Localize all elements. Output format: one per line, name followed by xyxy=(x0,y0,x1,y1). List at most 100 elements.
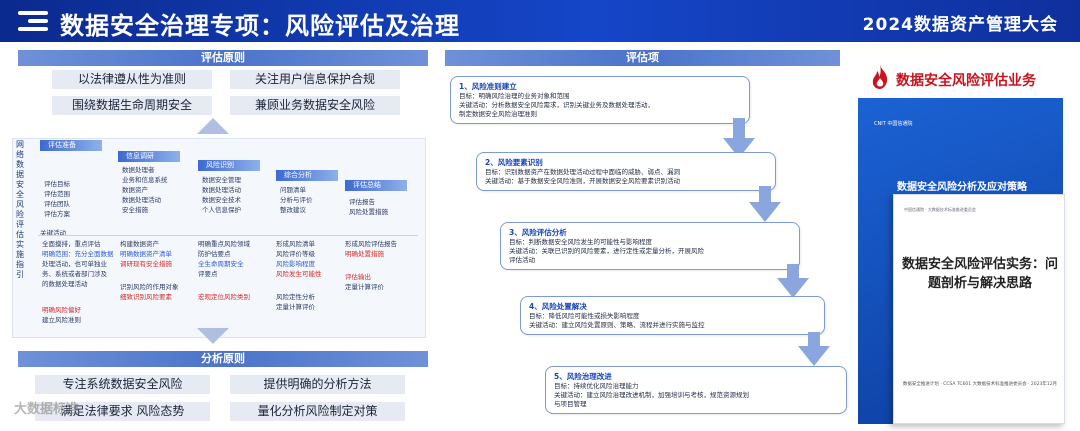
key-item: 明确风险偏好 xyxy=(42,306,81,314)
eval-step-1: 1、风险准则建立 目标：明确风险治理的业务对象和范围 关键活动：分析数据安全风险… xyxy=(450,76,750,124)
key-item: 明确数据资产清单 xyxy=(120,250,172,258)
watermark: 大数据标准 xyxy=(14,402,80,417)
principle-item: 以法律遵从性为准则 xyxy=(52,70,212,89)
step-title: 3、风险评估分析 xyxy=(509,228,567,237)
key-item: 形成风险清单 xyxy=(276,240,315,248)
step-title: 1、风险准则建立 xyxy=(459,82,517,91)
analysis-principles-bar: 分析原则 xyxy=(18,351,428,367)
framework-item: 数据资产 xyxy=(122,186,148,194)
key-item: 识别风险的作用对象 xyxy=(120,283,179,291)
framework-item: 问题清单 xyxy=(280,186,306,194)
framework-item: 评估团队 xyxy=(44,200,70,208)
step-line: 制定数据安全风险治理准则 xyxy=(459,110,537,118)
book-front-title: 数据安全风险评估实务：问题剖析与解决思路 xyxy=(902,257,1059,291)
key-item: 全面摸排，重点评估 xyxy=(42,240,101,248)
key-item: 风险评价等级 xyxy=(276,250,315,258)
key-item: 调研现有安全措施 xyxy=(120,260,172,268)
key-item: 形成风险评估报告 xyxy=(345,240,397,248)
principle-item: 围绕数据生命周期安全 xyxy=(52,96,212,115)
step-line: 目标：明确风险治理的业务对象和范围 xyxy=(459,92,570,100)
key-item: 明确范围：充分全面数据 xyxy=(42,250,114,258)
eval-step-3: 3、风险评估分析 目标：判断数据安全风险发生的可能性与影响程度 关键活动：关联已… xyxy=(500,222,800,270)
down-arrow-icon xyxy=(197,328,229,344)
flame-icon xyxy=(872,65,888,89)
key-item: 务、系统或者部门涉及 xyxy=(42,270,107,278)
menu-lines-icon xyxy=(18,11,48,31)
step-line: 关键活动：建立风险处置原则、策略、流程并进行实施与监控 xyxy=(529,321,705,329)
framework-item: 整改建议 xyxy=(280,206,306,214)
principle-item: 提供明确的分析方法 xyxy=(230,375,405,394)
eval-step-5: 5、风险治理改进 目标：持续优化风险治理能力 关键活动：建立风险治理改进机制，加… xyxy=(545,366,847,414)
book-back-title: 数据安全风险分析及应对策略 xyxy=(897,182,1027,193)
book-front-cover[interactable]: 中国信通院 · 大数据技术标准推进委员会 数据安全风险评估实务：问题剖析与解决思… xyxy=(893,194,1065,424)
key-item: 的数据处理活动 xyxy=(42,280,88,288)
key-item: 明确处置措施 xyxy=(345,250,384,258)
key-item: 细致识别风险要素 xyxy=(120,293,172,301)
framework-col-head: 评估准备 xyxy=(40,140,102,151)
step-title: 2、风险要素识别 xyxy=(485,158,543,167)
key-item: 评估输出 xyxy=(345,273,371,281)
principle-item: 专注系统数据安全风险 xyxy=(35,375,210,394)
framework-item: 数据处理者 xyxy=(122,166,155,174)
framework-item: 数据安全管理 xyxy=(202,176,241,184)
book-front-org: 数据安全推进计划 · CCSA TC601 大数据技术标准推进委员会 · 202… xyxy=(902,382,1058,387)
framework-item: 业务和信息系统 xyxy=(122,176,168,184)
key-item: 构建数据资产 xyxy=(120,240,159,248)
framework-col-head: 风险识别 xyxy=(198,160,260,171)
page-title: 数据安全治理专项：风险评估及治理 xyxy=(60,12,460,40)
key-item: 风险发生可能性 xyxy=(276,270,322,278)
step-line: 关键活动：基于数据安全风险准则，开展数据安全风险要素识别活动 xyxy=(485,177,680,185)
book-back-logos: CNIT 中国信通院 xyxy=(874,121,913,127)
key-item: 全生命周期安全 xyxy=(198,260,244,268)
key-item: 建立风险准则 xyxy=(42,316,81,324)
flow-arrow-icon xyxy=(749,202,781,222)
event-name: 2024数据资产管理大会 xyxy=(862,15,1058,35)
framework-item: 安全措施 xyxy=(122,206,148,214)
framework-item: 评估范围 xyxy=(44,190,70,198)
framework-item: 评估方案 xyxy=(44,210,70,218)
key-item: 风险定性分析 xyxy=(276,293,315,301)
framework-item: 评估目标 xyxy=(44,180,70,188)
framework-item: 评估报告 xyxy=(349,198,375,206)
page-header: 数据安全治理专项：风险评估及治理 2024数据资产管理大会 xyxy=(0,0,1080,42)
framework-item: 风险处置措施 xyxy=(349,208,388,216)
eval-step-2: 2、风险要素识别 目标：识别数据资产在数据处理活动过程中面临的威胁、弱点、漏洞 … xyxy=(476,152,776,191)
framework-col-head: 综合分析 xyxy=(276,170,338,181)
key-item: 宏观定位风险类别 xyxy=(198,293,250,301)
flow-arrow-icon xyxy=(777,278,809,298)
flow-arrow-icon xyxy=(798,346,830,366)
step-line: 关键活动：建立风险治理改进机制，加强培训与考核，规范资源规划 xyxy=(554,391,749,399)
key-item: 定量计算评价 xyxy=(345,283,384,291)
step-title: 5、风险治理改进 xyxy=(554,372,612,381)
framework-col-head: 信息调研 xyxy=(118,151,180,162)
step-line: 与项目管理 xyxy=(554,400,587,408)
step-line: 目标：判断数据安全风险发生的可能性与影响程度 xyxy=(509,238,652,246)
step-line: 关键活动：分析数据安全风险需求，识别关键业务及数据处理活动， xyxy=(459,101,654,109)
framework-item: 数据处理活动 xyxy=(202,186,241,194)
key-item: 定量计算评价 xyxy=(276,303,315,311)
framework-item: 个人信息保护 xyxy=(202,206,241,214)
key-item: 评要点 xyxy=(198,270,218,278)
framework-col-head: 评估总结 xyxy=(345,180,407,191)
step-line: 关键活动：关联已识别的风险要素，进行定性或定量分析，开展风险 xyxy=(509,247,704,255)
up-arrow-icon xyxy=(197,118,229,134)
step-line: 评估活动 xyxy=(509,256,535,264)
framework-side-label: 网络数据安全风险评估实施指引 xyxy=(16,140,24,279)
step-line: 目标：识别数据资产在数据处理活动过程中面临的威胁、弱点、漏洞 xyxy=(485,168,680,176)
step-line: 目标：持续优化风险治理能力 xyxy=(554,382,639,390)
framework-item: 数据处理活动 xyxy=(122,196,161,204)
step-line: 目标：降低风险可能性或损失影响程度 xyxy=(529,312,640,320)
principle-item: 兼顾业务数据安全风险 xyxy=(230,96,400,115)
framework-item: 数据安全技术 xyxy=(202,196,241,204)
book-front-logos: 中国信通院 · 大数据技术标准推进委员会 xyxy=(904,207,976,212)
key-item: 风险影响程度 xyxy=(276,260,315,268)
principle-item: 关注用户信息保护合规 xyxy=(230,70,400,89)
promo-title: 数据安全风险评估业务 xyxy=(896,73,1036,89)
step-title: 4、风险处置解决 xyxy=(529,302,587,311)
eval-items-bar: 评估项 xyxy=(445,50,840,66)
principle-item: 量化分析风险制定对策 xyxy=(230,402,405,421)
key-item: 防护估要点 xyxy=(198,250,231,258)
key-item: 明确重点风险领域 xyxy=(198,240,250,248)
key-item: 处理活动，也可单独业 xyxy=(42,260,107,268)
eval-principles-bar: 评估原则 xyxy=(18,50,428,66)
